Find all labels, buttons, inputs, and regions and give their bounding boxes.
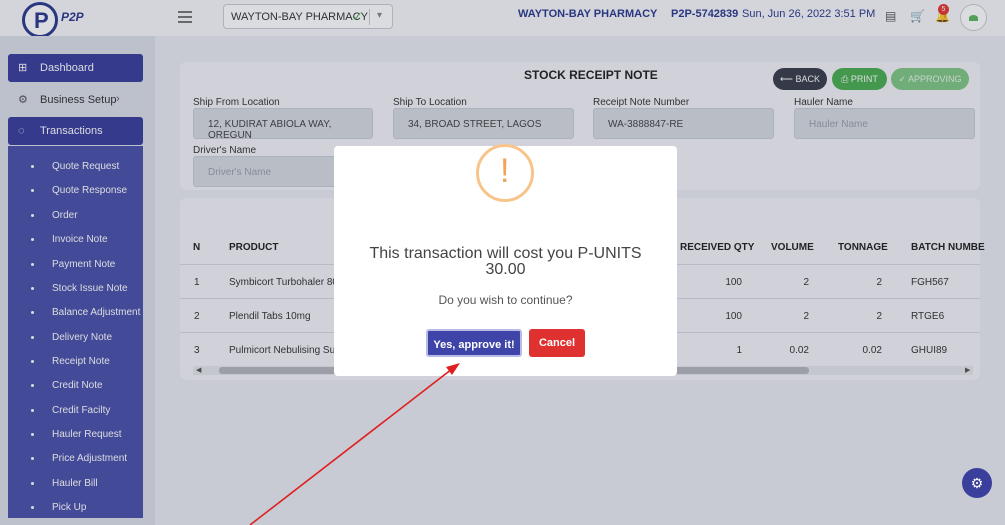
dialog-message: Do you wish to continue? <box>438 293 573 307</box>
cancel-button[interactable]: Cancel <box>529 329 585 357</box>
warning-icon: ! <box>476 144 534 202</box>
approve-button[interactable]: Yes, approve it! <box>426 329 522 357</box>
settings-fab-icon[interactable]: ⚙ <box>962 468 992 498</box>
confirm-dialog: ! This transaction will cost you P-UNITS… <box>334 144 677 376</box>
dialog-title: This transaction will cost you P-UNITS 3… <box>369 245 642 278</box>
